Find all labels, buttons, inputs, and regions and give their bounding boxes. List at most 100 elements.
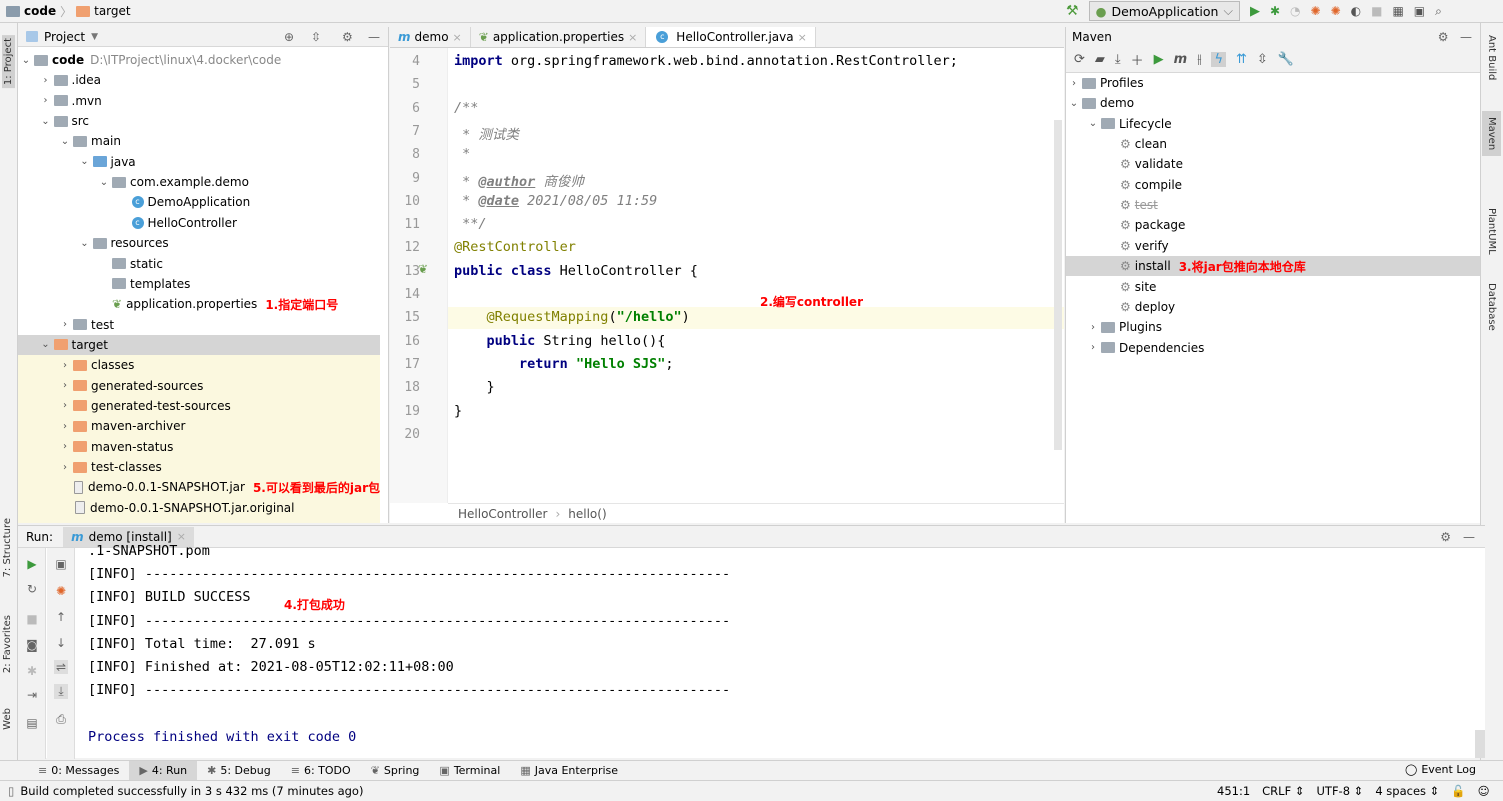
editor-tab[interactable]: ❦ application.properties ×	[471, 27, 647, 47]
chevron-right-icon[interactable]: ›	[59, 421, 71, 432]
tree-item[interactable]: ⌄ java	[18, 152, 380, 172]
chevron-down-icon[interactable]: ⌄	[79, 238, 91, 249]
caret-position[interactable]: 451:1	[1217, 784, 1250, 798]
tree-item[interactable]: demo-0.0.1-SNAPSHOT.jar 5.可以看到最后的jar包	[18, 477, 380, 497]
chevron-down-icon[interactable]: ⌄	[98, 177, 110, 188]
tree-item[interactable]: › Plugins	[1066, 317, 1481, 337]
close-icon[interactable]: ×	[798, 31, 807, 44]
code-line[interactable]: }	[454, 379, 495, 395]
show-dependencies-icon[interactable]: ⇈	[1236, 52, 1247, 67]
chevron-down-icon[interactable]: ⌄	[59, 136, 71, 147]
tool-tab-terminal[interactable]: ▣ Terminal	[429, 761, 510, 781]
tool-tab-structure[interactable]: 7: Structure	[2, 518, 13, 577]
tree-item[interactable]: ⌄ target	[18, 334, 380, 355]
tree-item[interactable]: ⚙ site	[1066, 277, 1481, 297]
code-line[interactable]: return "Hello SJS";	[454, 356, 673, 372]
execute-goal-icon[interactable]: m	[1174, 52, 1188, 67]
search-icon[interactable]: ⌕	[1435, 4, 1442, 19]
indent-setting[interactable]: 4 spaces ⇕	[1375, 784, 1439, 798]
scroll-to-end-icon[interactable]: ⤓	[54, 684, 68, 699]
event-log-button[interactable]: ◯ Event Log	[1405, 763, 1476, 776]
breadcrumb-code[interactable]: code	[24, 4, 56, 18]
line-separator[interactable]: CRLF ⇕	[1262, 784, 1304, 798]
run-icon[interactable]: ▶	[1250, 4, 1260, 19]
inspector-icon[interactable]: ☺	[1478, 784, 1490, 798]
tree-item[interactable]: ⚙ install 3.将jar包推向本地仓库	[1066, 256, 1481, 277]
coverage-icon[interactable]: ◔	[1290, 4, 1300, 18]
run-with-icon[interactable]: ◐	[1351, 4, 1361, 18]
tree-item[interactable]: › classes	[18, 355, 380, 375]
chevron-right-icon[interactable]: ›	[1068, 78, 1080, 89]
tool-tab-database[interactable]: Database	[1486, 283, 1497, 331]
code-line[interactable]: /**	[454, 100, 478, 116]
screenshot-icon[interactable]: ◙	[25, 638, 39, 652]
breadcrumb-method[interactable]: hello()	[568, 507, 606, 521]
code-line[interactable]: @RequestMapping("/hello")	[454, 309, 690, 325]
chevron-right-icon[interactable]: ›	[1087, 322, 1099, 333]
run-icon[interactable]: ▶	[1154, 52, 1164, 67]
close-icon[interactable]: ×	[453, 31, 462, 44]
profile-debug-icon[interactable]: ✺	[1331, 4, 1341, 18]
chevron-down-icon[interactable]: ⌄	[1087, 118, 1099, 129]
code-line[interactable]: * 测试类	[454, 123, 519, 143]
chevron-right-icon[interactable]: ›	[59, 400, 71, 411]
terminal-window-icon[interactable]: ▣	[1414, 4, 1425, 18]
lock-icon[interactable]: 🔓	[1451, 784, 1465, 798]
tree-item[interactable]: ⚙ clean	[1066, 134, 1481, 154]
tool-tab-plantuml[interactable]: PlantUML	[1486, 208, 1497, 255]
layout-icon[interactable]: ▤	[25, 716, 39, 730]
tree-item[interactable]: › maven-archiver	[18, 416, 380, 436]
editor-tab[interactable]: c HelloController.java ×	[646, 27, 816, 47]
stop-icon[interactable]: ■	[25, 612, 39, 626]
chevron-down-icon[interactable]: ⌄	[1068, 98, 1080, 109]
settings-wrench-icon[interactable]: 🔧	[1278, 52, 1294, 67]
tool-tab-maven[interactable]: Maven	[1482, 111, 1501, 157]
profile-icon[interactable]: ✺	[54, 584, 68, 598]
file-encoding[interactable]: UTF-8 ⇕	[1317, 784, 1364, 798]
run-config-select[interactable]: ● DemoApplication ⌵	[1088, 1, 1240, 21]
reload-icon[interactable]: ⟳	[1074, 52, 1085, 67]
project-view-select[interactable]: Project	[44, 30, 85, 44]
code-line[interactable]: *	[454, 146, 470, 162]
tool-tab-java-enterprise[interactable]: ▦ Java Enterprise	[510, 761, 628, 781]
tree-item[interactable]: › Dependencies	[1066, 338, 1481, 358]
tool-tab-ant-build[interactable]: Ant Build	[1486, 35, 1497, 80]
build-hammer-icon[interactable]: ⚒	[1066, 3, 1079, 19]
code-line[interactable]: @RestController	[454, 239, 576, 255]
chevron-right-icon[interactable]: ›	[59, 462, 71, 473]
tool-tab-web[interactable]: Web	[2, 708, 13, 730]
code-line[interactable]: **/	[454, 216, 486, 232]
code-line[interactable]: import org.springframework.web.bind.anno…	[454, 53, 958, 69]
tree-item[interactable]: › .idea	[18, 70, 380, 90]
tool-tab-todo[interactable]: ≡ 6: TODO	[281, 761, 361, 781]
tool-tab-project[interactable]: 1: Project	[2, 35, 15, 89]
tree-item[interactable]: ⌄ code D:\ITProject\linux\4.docker\code	[18, 50, 380, 70]
close-icon[interactable]: ×	[628, 31, 637, 44]
tree-item[interactable]: › Profiles	[1066, 73, 1481, 93]
tree-item[interactable]: ⌄ src	[18, 111, 380, 131]
tool-tab-messages[interactable]: ≡ 0: Messages	[28, 761, 129, 781]
tree-item[interactable]: templates	[18, 274, 380, 294]
gear-icon[interactable]: ⚙	[1438, 30, 1449, 44]
tree-item[interactable]: › .mvn	[18, 91, 380, 111]
skip-tests-icon[interactable]: ϟ	[1211, 52, 1227, 67]
chevron-down-icon[interactable]: ⌄	[20, 55, 32, 66]
chevron-down-icon[interactable]: ⌄	[79, 156, 91, 167]
code-line[interactable]: public class HelloController {	[454, 263, 698, 279]
editor-scrollbar[interactable]	[1054, 120, 1062, 450]
tree-item[interactable]: ⚙ test	[1066, 195, 1481, 215]
print-icon[interactable]: ⎙	[54, 712, 68, 727]
tool-tab-debug[interactable]: ✱ 5: Debug	[197, 761, 281, 781]
tree-item[interactable]: › generated-test-sources	[18, 396, 380, 416]
up-icon[interactable]: ↑	[54, 610, 68, 624]
editor-tab[interactable]: m demo ×	[390, 27, 471, 47]
breadcrumb-class[interactable]: HelloController	[458, 507, 547, 521]
gear-icon[interactable]: ⚙	[1440, 530, 1451, 544]
code-line[interactable]: }	[454, 403, 462, 419]
collapse-all-icon[interactable]: ⇳	[1257, 52, 1268, 67]
tree-item[interactable]: static	[18, 254, 380, 274]
chevron-right-icon[interactable]: ›	[59, 319, 71, 330]
tree-item[interactable]: ⚙ compile	[1066, 175, 1481, 195]
tree-item[interactable]: c DemoApplication	[18, 192, 380, 212]
console-scrollbar[interactable]	[1475, 730, 1485, 758]
